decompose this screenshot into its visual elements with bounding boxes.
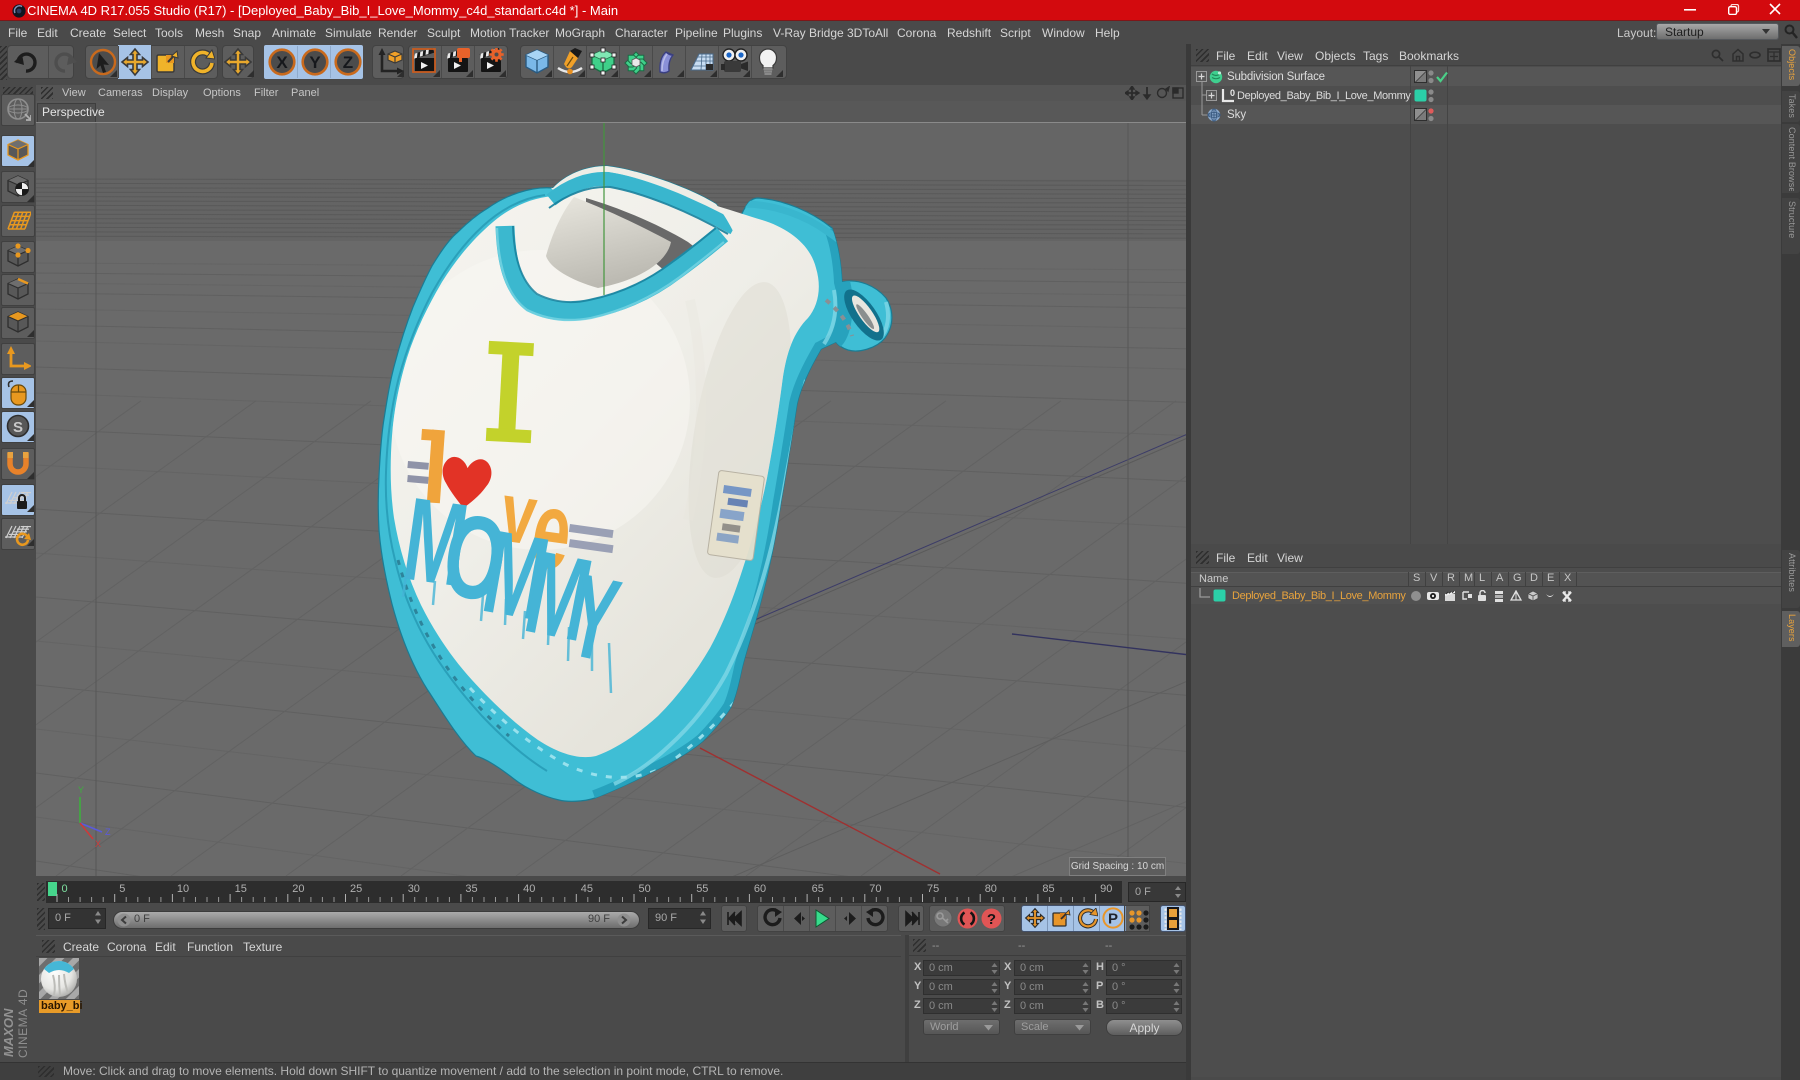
svg-text:45: 45 (581, 883, 593, 895)
svg-text:90: 90 (1100, 883, 1112, 895)
svg-text:75: 75 (927, 883, 939, 895)
svg-text:Y: Y (309, 53, 321, 72)
svg-text:?: ? (987, 911, 996, 928)
svg-text:Y: Y (78, 785, 84, 795)
svg-text:X: X (276, 53, 288, 72)
svg-text:70: 70 (869, 883, 881, 895)
svg-text:15: 15 (235, 883, 247, 895)
svg-text:60: 60 (754, 883, 766, 895)
svg-text:85: 85 (1042, 883, 1054, 895)
svg-text:S: S (13, 419, 23, 436)
svg-text:35: 35 (465, 883, 477, 895)
svg-text:40: 40 (523, 883, 535, 895)
svg-text:Z: Z (105, 827, 111, 837)
svg-text:30: 30 (408, 883, 420, 895)
svg-text:25: 25 (350, 883, 362, 895)
svg-text:0: 0 (62, 883, 68, 895)
svg-text:Z: Z (343, 53, 353, 72)
svg-text:0: 0 (1230, 88, 1235, 98)
svg-text:20: 20 (292, 883, 304, 895)
svg-text:65: 65 (812, 883, 824, 895)
svg-text:50: 50 (639, 883, 651, 895)
svg-text:10: 10 (177, 883, 189, 895)
svg-text:X: X (95, 839, 101, 849)
svg-text:5: 5 (119, 883, 125, 895)
svg-text:80: 80 (985, 883, 997, 895)
svg-text:P: P (1108, 911, 1118, 928)
svg-text:55: 55 (696, 883, 708, 895)
